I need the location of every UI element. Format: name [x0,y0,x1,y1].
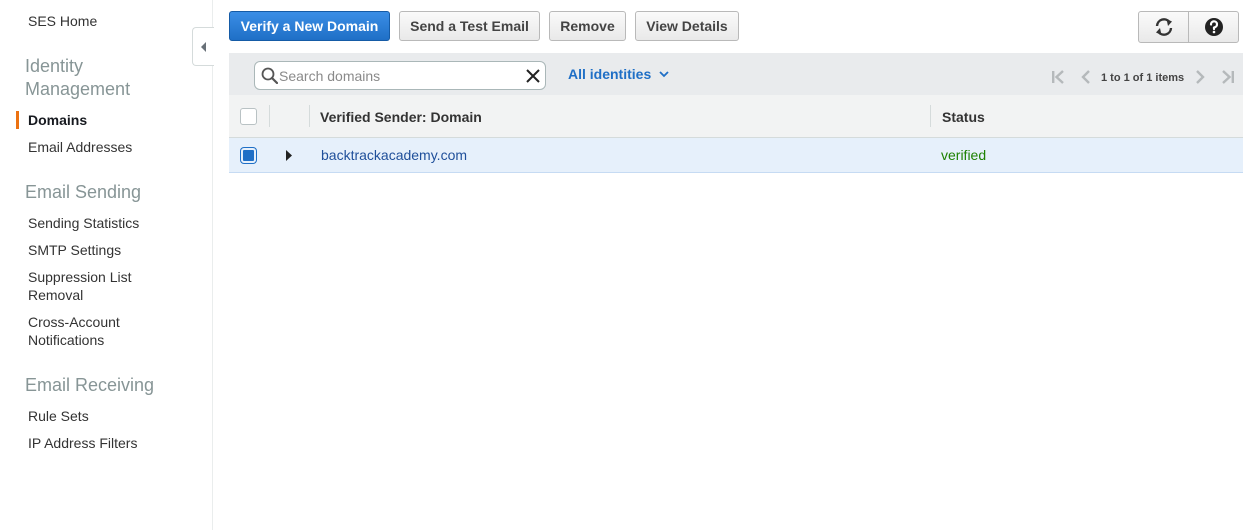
sidebar-section-identity-management: Identity Management [25,56,131,99]
active-indicator [16,111,19,129]
verify-new-domain-button[interactable]: Verify a New Domain [229,11,390,41]
sidebar-item-cross-account-notifications[interactable]: Cross-Account Notifications [28,313,148,349]
send-test-email-button[interactable]: Send a Test Email [399,11,540,41]
table-row[interactable]: backtrackacademy.com verified [229,138,1243,173]
clear-search-icon[interactable] [526,69,540,83]
sidebar-item-suppression-list-removal[interactable]: Suppression List Removal [28,268,148,304]
refresh-icon [1155,18,1172,36]
collapse-sidebar-button[interactable] [192,27,214,66]
column-header-domain[interactable]: Verified Sender: Domain [320,109,482,125]
sidebar-item-sending-statistics[interactable]: Sending Statistics [28,214,203,232]
table-header: Verified Sender: Domain Status [229,95,1243,138]
sidebar: SES Home Identity Management Domains Ema… [0,0,213,530]
row-status: verified [941,147,987,163]
sidebar-section-email-receiving: Email Receiving [25,375,155,395]
help-button[interactable] [1188,11,1239,43]
sidebar-item-domains[interactable]: Domains [28,111,203,129]
chevron-left-icon [200,41,206,52]
pagination-summary: 1 to 1 of 1 items [1101,72,1185,84]
search-icon [261,67,278,84]
row-domain[interactable]: backtrackacademy.com [321,147,467,163]
expand-row-icon[interactable] [285,150,293,161]
view-details-button[interactable]: View Details [635,11,739,41]
column-header-status[interactable]: Status [942,109,985,125]
filter-bar: All identities 1 to 1 of 1 items [229,53,1243,95]
sidebar-item-email-addresses[interactable]: Email Addresses [28,138,203,156]
sidebar-item-smtp-settings[interactable]: SMTP Settings [28,241,203,259]
sidebar-item-rule-sets[interactable]: Rule Sets [28,407,203,425]
row-checkbox[interactable] [241,148,256,163]
sidebar-item-ip-address-filters[interactable]: IP Address Filters [28,434,203,452]
identity-filter-label: All identities [568,66,652,82]
column-divider [309,105,310,127]
help-icon [1204,18,1223,36]
identity-filter-dropdown[interactable]: All identities [568,66,669,82]
search-box [254,61,546,90]
chevron-down-icon [659,70,669,77]
previous-page-icon[interactable] [1081,70,1091,84]
column-divider [269,105,270,127]
remove-button[interactable]: Remove [549,11,626,41]
sidebar-section-email-sending: Email Sending [25,182,142,202]
last-page-icon[interactable] [1221,70,1235,84]
first-page-icon[interactable] [1051,70,1065,84]
search-input[interactable] [279,66,519,86]
refresh-button[interactable] [1138,11,1189,43]
column-divider [930,105,931,127]
select-all-checkbox[interactable] [240,108,257,125]
next-page-icon[interactable] [1195,70,1205,84]
sidebar-item-ses-home[interactable]: SES Home [28,13,97,29]
